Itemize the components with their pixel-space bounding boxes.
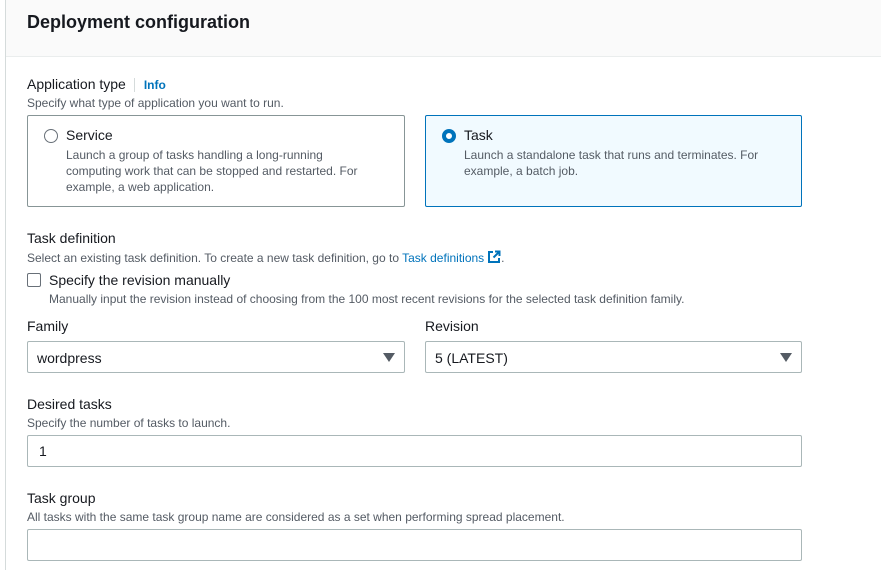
task-desc-line: Launch a standalone task that runs and t… — [464, 148, 759, 162]
panel-title: Deployment configuration — [27, 12, 251, 32]
task-group-label: Task group — [27, 490, 96, 506]
task-definition-description-prefix: Select an existing task definition. To c… — [27, 251, 399, 265]
service-desc-line: computing work that can be stopped and r… — [66, 164, 358, 178]
task-option-label: Task — [464, 127, 493, 143]
service-option-label: Service — [66, 127, 113, 143]
service-desc-line: Launch a group of tasks handling a long-… — [66, 148, 323, 162]
revision-label: Revision — [425, 318, 479, 334]
revision-select[interactable]: 5 (LATEST) — [425, 341, 802, 373]
application-type-label: Application type Info — [27, 76, 166, 92]
specify-revision-description: Manually input the revision instead of c… — [49, 292, 685, 306]
service-option-tile[interactable]: Service Launch a group of tasks handling… — [27, 115, 405, 207]
task-definition-label: Task definition — [27, 230, 116, 246]
family-select[interactable]: wordpress — [27, 341, 405, 373]
task-definitions-link[interactable]: Task definitions — [402, 250, 501, 265]
application-type-label-text: Application type — [27, 76, 126, 92]
specify-revision-checkbox[interactable] — [27, 273, 41, 287]
task-definitions-link-text[interactable]: Task definitions — [402, 251, 484, 265]
family-label: Family — [27, 318, 69, 334]
info-link[interactable]: Info — [133, 78, 166, 92]
specify-revision-label[interactable]: Specify the revision manually — [49, 272, 230, 288]
task-option-description: Launch a standalone task that runs and t… — [464, 147, 758, 179]
service-option-description: Launch a group of tasks handling a long-… — [66, 147, 358, 195]
task-radio[interactable] — [442, 129, 456, 143]
task-group-input[interactable] — [27, 529, 802, 561]
service-desc-line: example, a web application. — [66, 180, 215, 194]
deployment-configuration-panel: Deployment configuration Application typ… — [5, 0, 881, 570]
revision-select-value: 5 (LATEST) — [435, 350, 508, 366]
desired-tasks-input[interactable] — [27, 435, 802, 467]
panel-header: Deployment configuration — [6, 0, 881, 57]
task-option-tile[interactable]: Task Launch a standalone task that runs … — [425, 115, 802, 207]
caret-down-icon — [780, 353, 792, 362]
application-type-description: Specify what type of application you wan… — [27, 96, 284, 110]
family-select-value: wordpress — [37, 350, 102, 366]
desired-tasks-description: Specify the number of tasks to launch. — [27, 416, 231, 430]
task-group-description: All tasks with the same task group name … — [27, 510, 565, 524]
task-desc-line: example, a batch job. — [464, 164, 579, 178]
desired-tasks-label: Desired tasks — [27, 396, 112, 412]
caret-down-icon — [383, 353, 395, 362]
task-definition-description: Select an existing task definition. To c… — [27, 250, 505, 265]
service-radio[interactable] — [44, 129, 58, 143]
external-link-icon[interactable] — [487, 250, 501, 264]
task-definition-description-suffix: . — [501, 251, 505, 265]
